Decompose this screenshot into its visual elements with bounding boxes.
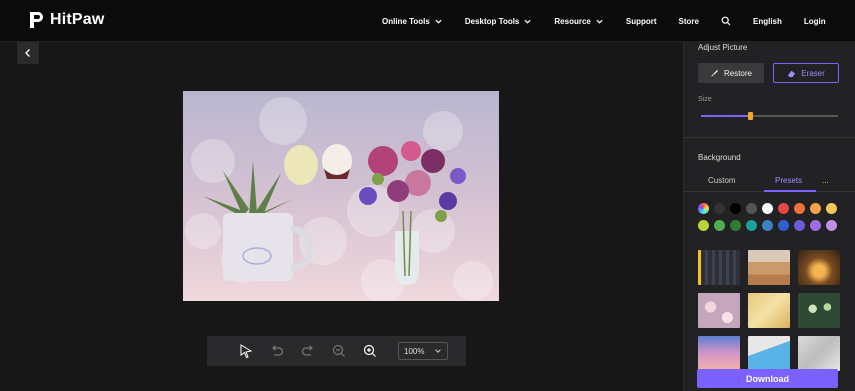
zoom-in-icon xyxy=(363,344,376,357)
zoom-level-select[interactable]: 100% xyxy=(398,342,448,360)
search-icon xyxy=(721,16,731,26)
color-swatch[interactable] xyxy=(826,220,837,231)
zoom-out-button[interactable] xyxy=(330,343,347,360)
size-label: Size xyxy=(698,96,712,103)
color-swatch[interactable] xyxy=(794,220,805,231)
select-tool-button[interactable] xyxy=(237,343,254,360)
background-title: Background xyxy=(698,153,741,162)
preset-silver-texture[interactable] xyxy=(798,336,840,371)
restore-button[interactable]: Restore xyxy=(698,63,764,83)
chevron-down-icon xyxy=(435,349,441,353)
color-swatch[interactable] xyxy=(714,203,725,214)
zoom-level-value: 100% xyxy=(404,346,425,356)
main-nav: Online Tools Desktop Tools Resource Supp… xyxy=(382,0,848,42)
nav-login-label: Login xyxy=(803,16,826,26)
size-slider-fill xyxy=(701,115,751,117)
color-swatch[interactable] xyxy=(810,203,821,214)
brand-name: HitPaw xyxy=(50,11,105,28)
chevron-down-icon xyxy=(596,19,603,24)
tab-more[interactable]: ... xyxy=(822,176,829,185)
restore-label: Restore xyxy=(723,68,752,78)
hitpaw-logo-icon xyxy=(30,12,43,28)
chevron-down-icon xyxy=(435,19,442,24)
undo-icon xyxy=(271,345,283,356)
color-swatch[interactable] xyxy=(794,203,805,214)
eraser-icon xyxy=(788,70,796,77)
color-swatch[interactable] xyxy=(730,220,741,231)
nav-support-label: Support xyxy=(625,16,657,26)
nav-desktop-tools[interactable]: Desktop Tools xyxy=(465,17,533,26)
nav-resource[interactable]: Resource xyxy=(554,17,603,26)
search-button[interactable] xyxy=(721,16,731,26)
nav-store[interactable]: Store xyxy=(679,17,699,26)
nav-login[interactable]: Login xyxy=(804,17,826,26)
eraser-button[interactable]: Eraser xyxy=(773,63,839,83)
color-swatch[interactable] xyxy=(778,220,789,231)
nav-language-label: English xyxy=(752,16,782,26)
adjust-picture-title: Adjust Picture xyxy=(698,43,748,52)
size-slider-handle[interactable] xyxy=(748,112,754,120)
color-swatches-row-2 xyxy=(698,220,837,231)
photo-bouquet-mug-image xyxy=(183,91,499,301)
edited-image[interactable] xyxy=(183,91,499,301)
zoom-out-icon xyxy=(332,344,345,357)
nav-language[interactable]: English xyxy=(753,17,782,26)
section-divider xyxy=(684,137,855,138)
brand-logo[interactable]: HitPaw xyxy=(28,11,105,29)
tab-presets[interactable]: Presets xyxy=(775,176,802,185)
preset-sunset-sky[interactable] xyxy=(698,336,740,371)
nav-support[interactable]: Support xyxy=(626,17,657,26)
top-bar: HitPaw Online Tools Desktop Tools Resour… xyxy=(0,0,855,42)
preset-backgrounds-grid xyxy=(698,250,840,371)
back-button[interactable] xyxy=(17,42,39,64)
tab-custom[interactable]: Custom xyxy=(708,176,736,185)
download-button[interactable]: Download xyxy=(697,369,838,388)
nav-online-tools[interactable]: Online Tools xyxy=(382,17,443,26)
color-swatch[interactable] xyxy=(730,203,741,214)
color-swatch[interactable] xyxy=(714,220,725,231)
canvas-toolbar: 100% xyxy=(207,336,466,366)
color-swatches-row-1 xyxy=(698,203,837,214)
active-tab-indicator xyxy=(764,190,816,192)
color-picker-swatch[interactable] xyxy=(698,203,709,214)
preset-green-bokeh[interactable] xyxy=(798,293,840,328)
chevron-down-icon xyxy=(524,19,532,24)
brush-icon xyxy=(710,69,719,77)
preset-desert[interactable] xyxy=(748,250,790,285)
preset-pink-bokeh[interactable] xyxy=(698,293,740,328)
eraser-label: Eraser xyxy=(801,68,825,78)
color-swatch[interactable] xyxy=(762,220,773,231)
nav-online-tools-label: Online Tools xyxy=(382,16,430,26)
color-swatch[interactable] xyxy=(778,203,789,214)
nav-desktop-tools-label: Desktop Tools xyxy=(464,16,520,26)
chevron-left-icon xyxy=(25,49,30,57)
color-swatch[interactable] xyxy=(698,220,709,231)
undo-button[interactable] xyxy=(268,343,285,360)
settings-panel: Adjust Picture Restore Eraser Size Backg… xyxy=(683,42,855,391)
nav-resource-label: Resource xyxy=(554,16,591,26)
redo-button[interactable] xyxy=(299,343,316,360)
color-swatch[interactable] xyxy=(746,203,757,214)
zoom-in-button[interactable] xyxy=(361,343,378,360)
nav-store-label: Store xyxy=(678,16,699,26)
preset-dark-stripes[interactable] xyxy=(698,250,740,285)
pointer-icon xyxy=(240,344,252,358)
redo-icon xyxy=(301,345,313,356)
color-swatch[interactable] xyxy=(762,203,773,214)
color-swatch[interactable] xyxy=(746,220,757,231)
preset-gold-texture[interactable] xyxy=(748,293,790,328)
color-swatch[interactable] xyxy=(810,220,821,231)
preset-autumn-road[interactable] xyxy=(798,250,840,285)
preset-blue-paper[interactable] xyxy=(748,336,790,371)
color-swatch[interactable] xyxy=(826,203,837,214)
size-slider[interactable] xyxy=(701,112,838,120)
